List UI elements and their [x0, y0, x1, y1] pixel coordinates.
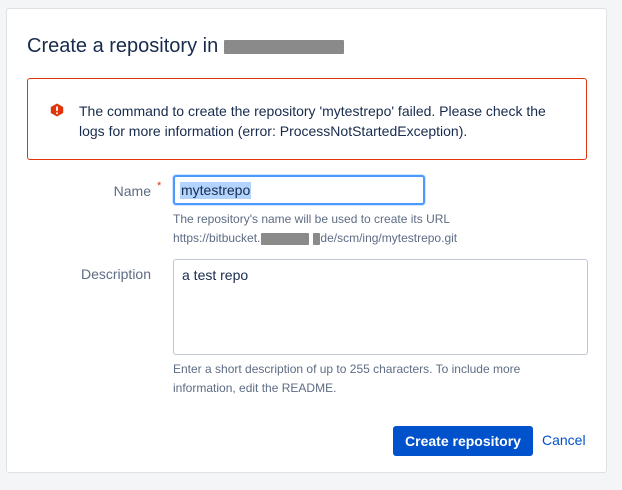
url-prefix: https://bitbucket. — [173, 231, 261, 245]
warning-icon — [50, 103, 64, 117]
url-suffix: de/scm/ing/mytestrepo.git — [320, 231, 458, 245]
repository-url-text: https://bitbucket. de/scm/ing/mytestrepo… — [173, 229, 457, 248]
create-repository-button[interactable]: Create repository — [393, 426, 533, 456]
repository-name-value: mytestrepo — [180, 181, 252, 199]
error-message-text: The command to create the repository 'my… — [79, 103, 546, 139]
cancel-link[interactable]: Cancel — [542, 432, 586, 448]
redacted-url-segment — [261, 232, 310, 245]
create-repository-dialog: Create a repository in The command to cr… — [6, 8, 607, 473]
description-textarea[interactable]: a test repo — [173, 259, 588, 355]
redacted-url-segment-small — [313, 232, 321, 245]
description-help-text: Enter a short description of up to 255 c… — [173, 362, 521, 395]
repository-name-input[interactable]: mytestrepo — [173, 175, 425, 205]
redacted-project-name — [224, 40, 345, 54]
name-help-text: The repository's name will be used to cr… — [173, 212, 451, 226]
description-label: Description — [80, 266, 151, 282]
error-message-box: The command to create the repository 'my… — [27, 78, 587, 160]
page-title-row: Create a repository in — [27, 33, 345, 59]
name-label: Name — [113, 183, 151, 199]
page-title: Create a repository in — [27, 34, 219, 57]
required-marker: * — [157, 180, 162, 192]
